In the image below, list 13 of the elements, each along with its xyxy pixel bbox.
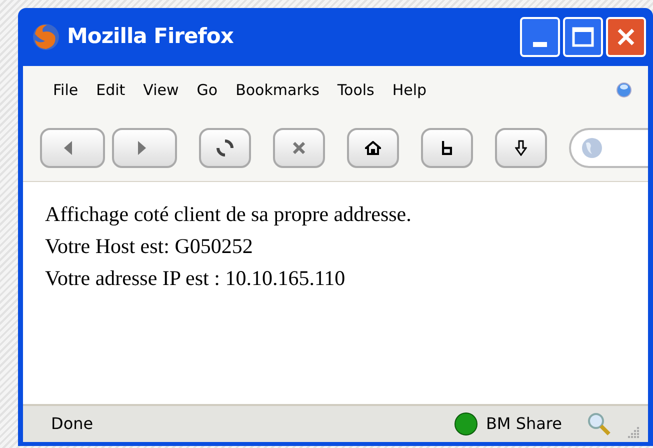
status-text: Done xyxy=(51,413,94,435)
menu-item[interactable]: Help xyxy=(392,78,427,102)
window-title: Mozilla Firefox xyxy=(67,23,234,50)
menu-item[interactable]: Tools xyxy=(337,78,374,102)
page-text: Votre adresse IP est : 10.10.165.110 xyxy=(45,265,346,292)
page-text: Votre Host est: G050252 xyxy=(45,233,253,260)
page-text: Affichage coté client de sa propre addresse. xyxy=(45,201,412,228)
menu-item[interactable]: View xyxy=(143,78,179,102)
menu-item[interactable]: Edit xyxy=(96,78,126,102)
menu-item[interactable]: File xyxy=(53,78,78,102)
menu-item[interactable]: Bookmarks xyxy=(236,78,320,102)
status-label: BM Share xyxy=(486,413,562,435)
menu-item[interactable]: Go xyxy=(196,78,218,102)
